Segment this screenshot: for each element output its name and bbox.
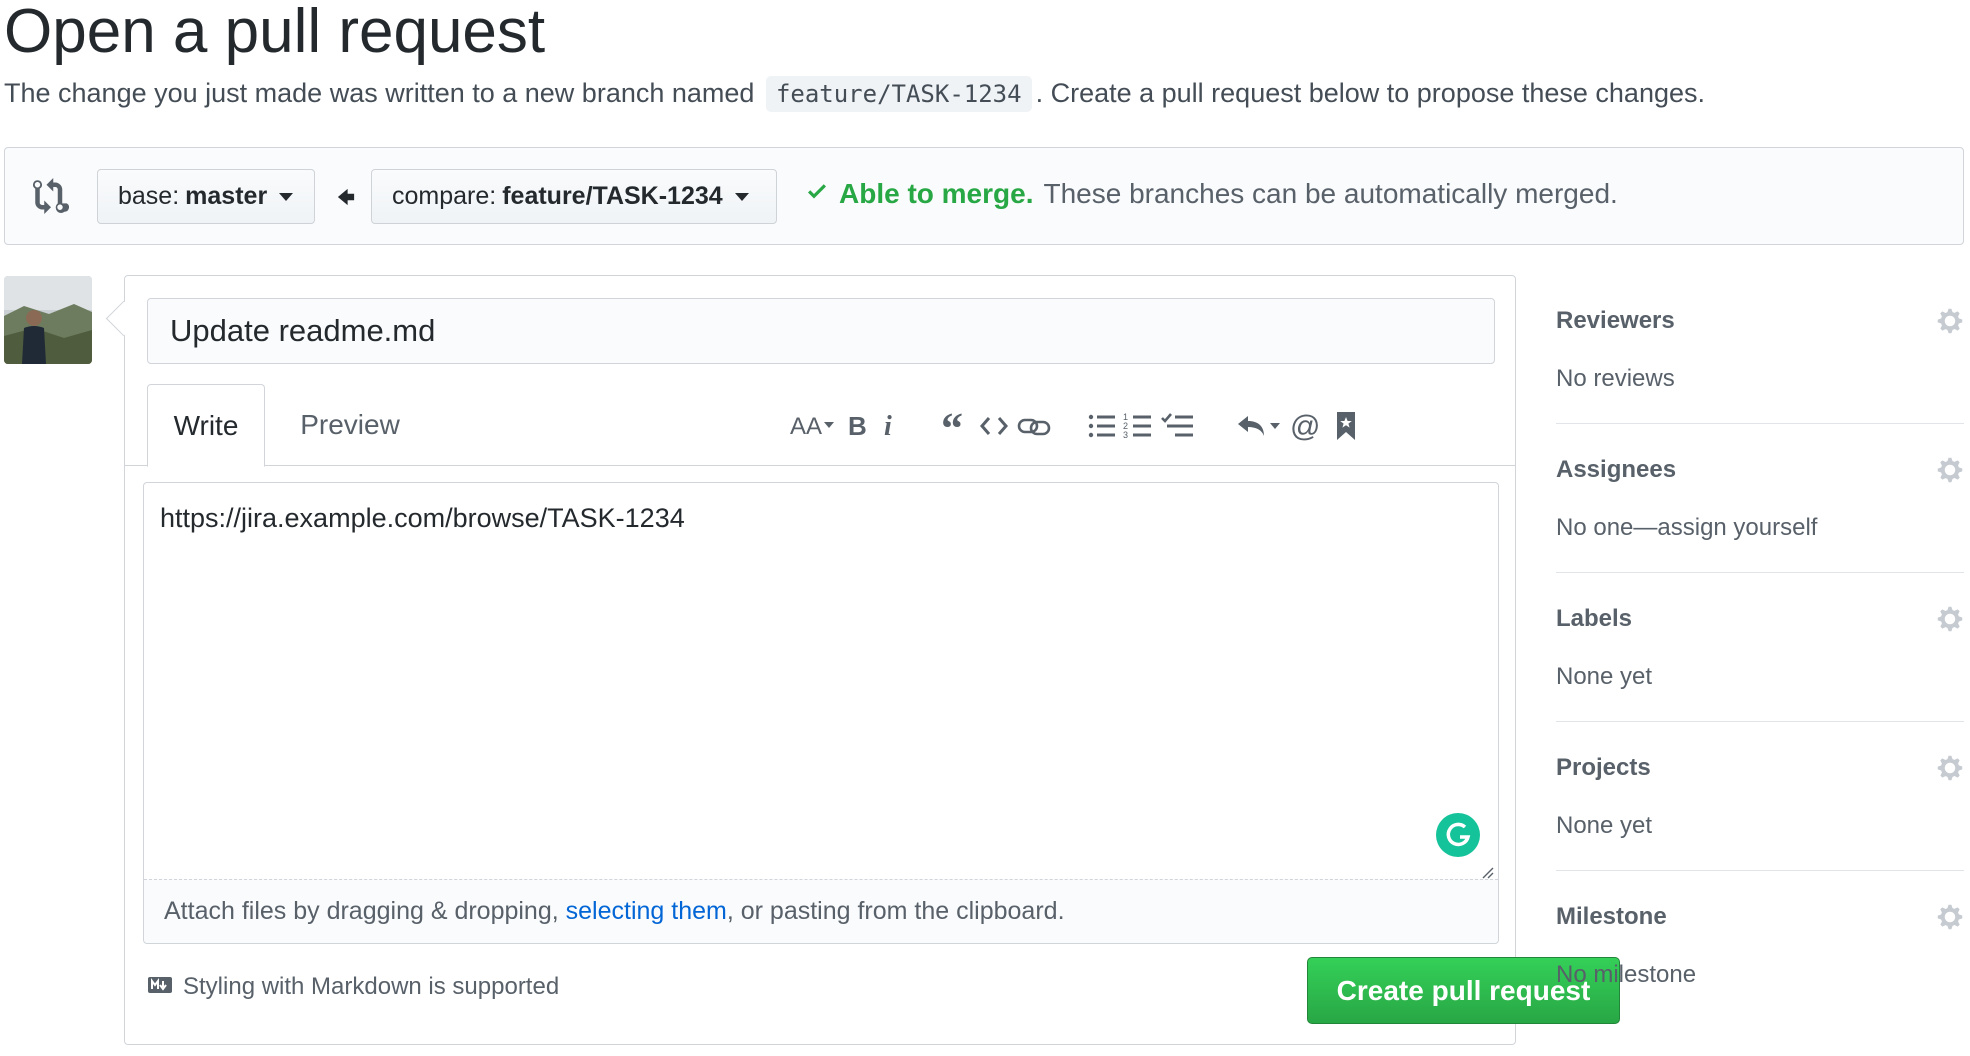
merge-ok-text: Able to merge. [839,178,1034,209]
bulleted-list-icon[interactable] [1085,406,1119,446]
sidebar-projects: Projects None yet [1556,722,1964,871]
svg-text:i: i [884,411,892,441]
tab-preview[interactable]: Preview [280,384,420,466]
mention-icon[interactable]: @ [1287,406,1323,446]
attach-after: , or pasting from the clipboard. [726,897,1065,925]
svg-text:@: @ [1290,410,1320,442]
pull-request-form: Write Preview AA B i “ 123 [124,275,1620,1045]
milestone-title: Milestone [1556,903,1667,930]
git-compare-icon [33,178,69,214]
bold-icon[interactable]: B [843,406,873,446]
title-input[interactable] [147,298,1495,364]
intro-text: The change you just made was written to … [4,76,1706,112]
markdown-icon [147,973,173,1001]
comment-body-text[interactable]: https://jira.example.com/browse/TASK-123… [160,503,685,534]
gear-icon[interactable] [1936,307,1964,335]
grammarly-icon[interactable] [1436,813,1480,857]
branch-name-code: feature/TASK-1234 [765,76,1032,112]
avatar[interactable] [4,276,92,364]
select-files-link[interactable]: selecting them [566,897,727,926]
markdown-hint[interactable]: Styling with Markdown is supported [147,973,559,1001]
compare-branch-select[interactable]: compare: feature/TASK-1234 [371,169,777,224]
editor-tabs: Write Preview AA B i “ 123 @ [125,384,1515,467]
base-branch-name: master [185,182,268,210]
attach-before: Attach files by dragging & dropping, [164,897,566,925]
arrow-left-icon [333,184,359,210]
merge-detail-text: These branches can be automatically merg… [1043,178,1618,209]
branch-compare-bar: base: master compare: feature/TASK-1234 … [4,147,1964,245]
gear-icon[interactable] [1936,605,1964,633]
intro-after: . Create a pull request below to propose… [1035,78,1706,108]
sidebar-reviewers: Reviewers No reviews [1556,275,1964,424]
compare-branch-name: feature/TASK-1234 [502,182,723,210]
svg-text:AA: AA [790,413,822,440]
base-branch-select[interactable]: base: master [97,169,315,224]
assignees-value[interactable]: No one—assign yourself [1556,514,1817,542]
assignees-title: Assignees [1556,456,1677,483]
italic-icon[interactable]: i [877,406,903,446]
gear-icon[interactable] [1936,456,1964,484]
labels-value: None yet [1556,663,1653,690]
reply-icon[interactable] [1235,406,1283,446]
link-icon[interactable] [1015,406,1053,446]
markdown-hint-text: Styling with Markdown is supported [183,973,560,1000]
svg-text:3: 3 [1123,430,1128,440]
numbered-list-icon[interactable]: 123 [1121,406,1155,446]
tab-write[interactable]: Write [147,384,265,467]
svg-text:B: B [848,411,867,441]
comment-body-textarea[interactable]: https://jira.example.com/browse/TASK-123… [143,482,1499,944]
page-title: Open a pull request [4,0,546,66]
sidebar-labels: Labels None yet [1556,573,1964,722]
milestone-value: No milestone [1556,961,1697,988]
base-prefix: base: [118,182,180,210]
intro-before: The change you just made was written to … [4,78,762,108]
sidebar-milestone: Milestone No milestone [1556,871,1964,1020]
chevron-down-icon [734,192,749,201]
reviewers-title: Reviewers [1556,307,1675,334]
reviewers-value: No reviews [1556,365,1675,392]
code-icon[interactable] [977,406,1011,446]
quote-icon[interactable]: “ [939,406,973,446]
sidebar-assignees: Assignees No one—assign yourself [1556,424,1964,573]
projects-value: None yet [1556,812,1653,839]
gear-icon[interactable] [1936,903,1964,931]
chevron-down-icon [279,192,294,201]
svg-text:“: “ [941,411,963,441]
task-list-icon[interactable] [1159,406,1197,446]
pr-sidebar: Reviewers No reviews Assignees No one—as… [1556,275,1964,1020]
resize-handle-icon[interactable] [1480,865,1494,879]
header-text-icon[interactable]: AA [789,406,837,446]
labels-title: Labels [1556,605,1633,632]
projects-title: Projects [1556,754,1651,781]
attach-files-bar[interactable]: Attach files by dragging & dropping, sel… [144,879,1498,943]
compare-prefix: compare: [392,182,497,210]
merge-status: Able to merge. These branches can be aut… [805,178,1618,210]
check-icon [805,178,829,210]
gear-icon[interactable] [1936,754,1964,782]
saved-reply-icon[interactable] [1331,406,1361,446]
